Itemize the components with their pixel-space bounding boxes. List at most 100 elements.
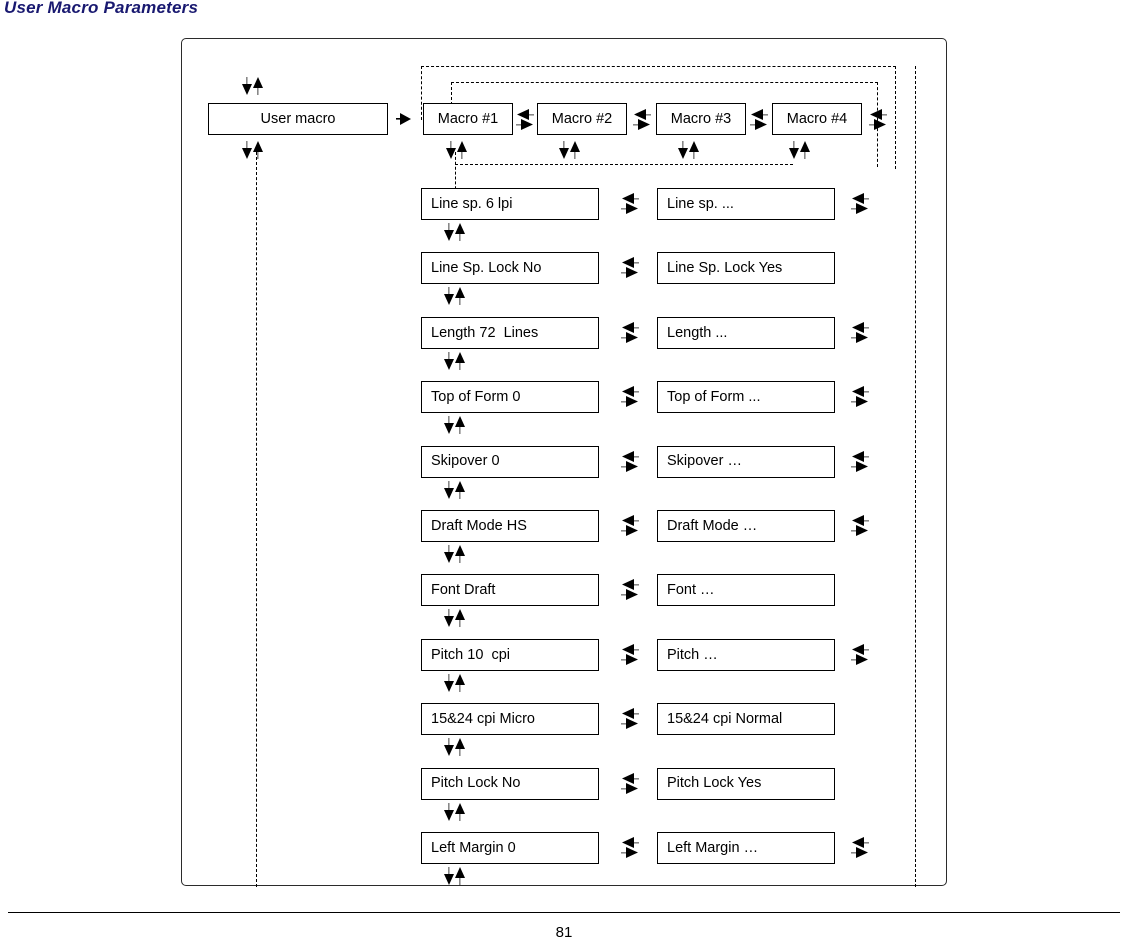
- left-right-arrow-pair-icon: [618, 319, 642, 347]
- parameter-option-box[interactable]: Draft Mode …: [657, 510, 835, 542]
- left-right-arrow-pair-icon: [630, 106, 654, 134]
- parameter-current-box[interactable]: Font Draft: [421, 574, 599, 607]
- left-right-arrow-pair-icon: [618, 512, 642, 540]
- left-right-arrow-pair-icon: [618, 576, 642, 604]
- macro-box-1[interactable]: Macro #1: [423, 103, 513, 135]
- parameter-current-box[interactable]: Draft Mode HS: [421, 510, 599, 542]
- parameter-current-box[interactable]: Pitch 10 cpi: [421, 638, 599, 671]
- parameter-current-label: Line sp. 6 lpi: [431, 195, 513, 212]
- macro-box-3[interactable]: Macro #3: [656, 103, 746, 135]
- left-right-arrow-pair-icon: [848, 834, 872, 862]
- left-right-arrow-pair-icon: [618, 834, 642, 862]
- macro-box-label: Macro #2: [551, 110, 613, 127]
- parameter-current-label: Length 72 Lines: [431, 324, 539, 341]
- left-right-arrow-pair-icon: [848, 448, 872, 476]
- parameter-option-box[interactable]: Line sp. ...: [657, 188, 835, 220]
- left-right-arrow-pair-icon: [618, 448, 642, 476]
- user-macro-box[interactable]: User macro: [208, 103, 388, 135]
- up-down-arrow-pair-icon: [442, 414, 472, 436]
- left-right-arrow-pair-icon: [618, 770, 642, 798]
- parameter-option-label: Length ...: [667, 324, 728, 341]
- left-right-arrow-pair-icon: [747, 106, 771, 134]
- up-down-arrow-pair-icon: [240, 75, 270, 97]
- macro-box-2[interactable]: Macro #2: [537, 103, 627, 135]
- parameter-option-box[interactable]: Length ...: [657, 316, 835, 349]
- parameter-current-label: Pitch 10 cpi: [431, 646, 510, 663]
- parameter-current-label: Pitch Lock No: [431, 775, 521, 792]
- right-return-line: [915, 66, 916, 887]
- parameter-option-box[interactable]: Left Margin …: [657, 832, 835, 864]
- left-right-arrow-pair-icon: [848, 512, 872, 540]
- macro-bottom-rail: [455, 164, 793, 165]
- up-down-arrow-pair-icon: [442, 221, 472, 243]
- parameter-current-box[interactable]: Length 72 Lines: [421, 316, 599, 349]
- page-title: User Macro Parameters: [4, 0, 199, 17]
- left-right-arrow-pair-icon: [848, 641, 872, 669]
- parameter-option-box[interactable]: Pitch Lock Yes: [657, 767, 835, 800]
- up-down-arrow-pair-icon: [442, 736, 472, 758]
- left-right-arrow-pair-icon: [618, 190, 642, 218]
- left-right-arrow-pair-icon: [848, 319, 872, 347]
- parameter-current-label: Left Margin 0: [431, 839, 516, 856]
- parameter-current-label: 15&24 cpi Micro: [431, 710, 535, 727]
- parameter-current-label: Font Draft: [431, 582, 496, 599]
- footer-divider: [8, 912, 1120, 913]
- parameter-option-box[interactable]: Font …: [657, 574, 835, 607]
- parameter-option-box[interactable]: Line Sp. Lock Yes: [657, 252, 835, 285]
- left-right-arrow-pair-icon: [866, 106, 890, 134]
- up-down-arrow-pair-icon: [442, 479, 472, 501]
- diagram-frame: User macro .arrow-updown[style*="top:70p…: [181, 38, 947, 887]
- parameter-option-label: Left Margin …: [667, 839, 759, 856]
- loop-outer-top-horizontal: [421, 66, 896, 67]
- parameter-current-box[interactable]: Pitch Lock No: [421, 767, 599, 800]
- up-down-arrow-pair-icon: [444, 139, 474, 161]
- parameter-option-label: Top of Form ...: [667, 388, 761, 405]
- loop-inner-top-horizontal: [451, 82, 878, 83]
- parameter-current-label: Top of Form 0: [431, 388, 521, 405]
- loop-outer-right-vertical: [895, 66, 896, 169]
- parameter-option-label: Pitch …: [667, 646, 718, 663]
- up-down-arrow-pair-icon: [240, 139, 270, 161]
- up-down-arrow-pair-icon: [442, 285, 472, 307]
- macro-box-4[interactable]: Macro #4: [772, 103, 862, 135]
- parameter-current-box[interactable]: Skipover 0: [421, 445, 599, 478]
- up-down-arrow-pair-icon: [787, 139, 817, 161]
- parameter-current-box[interactable]: Line Sp. Lock No: [421, 252, 599, 285]
- parameter-option-label: Line sp. ...: [667, 195, 734, 212]
- user-macro-label: User macro: [260, 110, 336, 127]
- parameter-current-box[interactable]: Left Margin 0: [421, 832, 599, 864]
- up-down-arrow-pair-icon: [442, 607, 472, 629]
- parameter-current-box[interactable]: Top of Form 0: [421, 381, 599, 414]
- left-right-arrow-pair-icon: [618, 254, 642, 282]
- up-down-arrow-pair-icon: [442, 350, 472, 372]
- parameter-option-box[interactable]: Pitch …: [657, 638, 835, 671]
- macro-box-label: Macro #1: [437, 110, 499, 127]
- parameter-current-box[interactable]: 15&24 cpi Micro: [421, 703, 599, 736]
- user-macro-return-line: [256, 152, 257, 887]
- parameter-option-label: Skipover …: [667, 453, 742, 470]
- parameter-current-label: Line Sp. Lock No: [431, 260, 542, 277]
- up-down-arrow-pair-icon: [442, 865, 472, 887]
- parameter-option-label: Font …: [667, 582, 715, 599]
- page-number: 81: [555, 924, 573, 941]
- parameter-option-label: 15&24 cpi Normal: [667, 710, 783, 727]
- left-right-arrow-pair-icon: [848, 383, 872, 411]
- parameter-current-box[interactable]: Line sp. 6 lpi: [421, 188, 599, 220]
- macro-box-label: Macro #4: [786, 110, 848, 127]
- up-down-arrow-pair-icon: [557, 139, 587, 161]
- parameter-option-label: Pitch Lock Yes: [667, 775, 762, 792]
- left-right-arrow-pair-icon: [618, 641, 642, 669]
- parameter-option-label: Draft Mode …: [667, 517, 758, 534]
- parameter-current-label: Skipover 0: [431, 453, 500, 470]
- parameter-option-box[interactable]: Skipover …: [657, 445, 835, 478]
- parameter-option-box[interactable]: Top of Form ...: [657, 381, 835, 414]
- up-down-arrow-pair-icon: [676, 139, 706, 161]
- macro-box-label: Macro #3: [670, 110, 732, 127]
- up-down-arrow-pair-icon: [442, 543, 472, 565]
- up-down-arrow-pair-icon: [442, 801, 472, 823]
- parameter-option-box[interactable]: 15&24 cpi Normal: [657, 703, 835, 736]
- loop-outer-left-vertical: [421, 66, 422, 120]
- left-right-arrow-pair-icon: [618, 383, 642, 411]
- parameter-current-label: Draft Mode HS: [431, 517, 527, 534]
- up-down-arrow-pair-icon: [442, 672, 472, 694]
